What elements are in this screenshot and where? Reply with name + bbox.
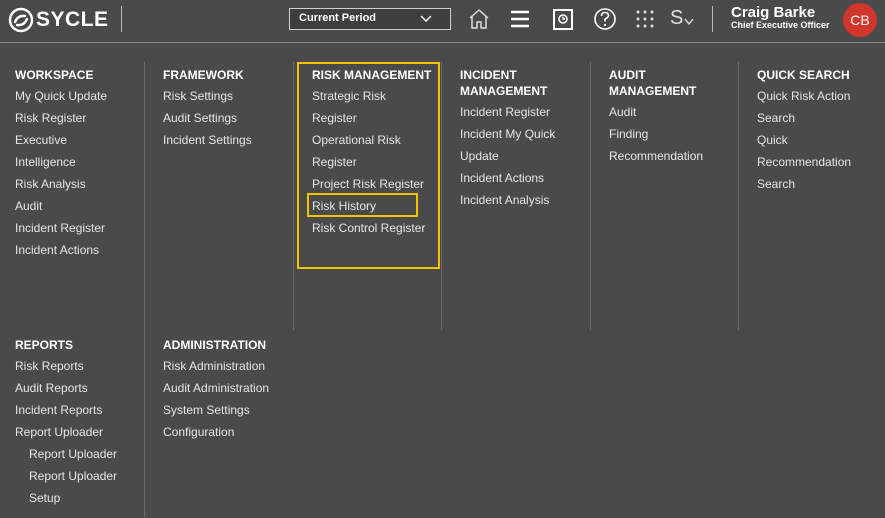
clipboard-icon[interactable]: [550, 6, 576, 32]
column-divider: [590, 62, 591, 330]
menu-item-risk-history[interactable]: Risk History: [312, 195, 431, 217]
menu-item-risk-reports[interactable]: Risk Reports: [15, 355, 117, 377]
framework-column: FRAMEWORK Risk Settings Audit Settings I…: [163, 67, 252, 151]
menu-item-quick-recommendation-search[interactable]: Search: [757, 173, 851, 195]
menu-item-audit[interactable]: Audit: [15, 195, 107, 217]
user-role: Chief Executive Officer: [731, 20, 830, 30]
framework-title: FRAMEWORK: [163, 68, 244, 82]
menu-item-incident-my-quick-update[interactable]: Update: [460, 145, 555, 167]
audit-management-title-line2: MANAGEMENT: [609, 84, 697, 98]
menu-item-strategic-risk[interactable]: Strategic Risk: [312, 85, 431, 107]
reports-column: REPORTS Risk Reports Audit Reports Incid…: [15, 337, 117, 509]
menu-item-configuration[interactable]: Configuration: [163, 421, 269, 443]
menu-subitem-report-uploader[interactable]: Report Uploader: [15, 443, 117, 465]
menu-item-quick-recommendation[interactable]: Quick: [757, 129, 851, 151]
column-divider: [738, 62, 739, 330]
menu-item-incident-reports[interactable]: Incident Reports: [15, 399, 117, 421]
workspace-column: WORKSPACE My Quick Update Risk Register …: [15, 67, 107, 261]
menu-item-audit-reports[interactable]: Audit Reports: [15, 377, 117, 399]
user-name: Craig Barke: [731, 4, 816, 21]
risk-management-column: RISK MANAGEMENT Strategic Risk Register …: [312, 67, 431, 239]
reports-title: REPORTS: [15, 338, 74, 352]
menu-item-system-settings[interactable]: System Settings: [163, 399, 269, 421]
menu-item-incident-register[interactable]: Incident Register: [15, 217, 107, 239]
menu-item-project-risk-register[interactable]: Project Risk Register: [312, 173, 431, 195]
quick-search-column: QUICK SEARCH Quick Risk Action Search Qu…: [757, 67, 851, 195]
menu-subitem-setup[interactable]: Setup: [15, 487, 117, 509]
apps-grid-icon[interactable]: [632, 6, 658, 32]
menu-item-quick-risk-action[interactable]: Quick Risk Action: [757, 85, 851, 107]
administration-title: ADMINISTRATION: [163, 338, 267, 352]
incident-management-title-line2: MANAGEMENT: [460, 84, 548, 98]
current-period-label: Current Period: [299, 12, 377, 24]
menu-item-incident-actions[interactable]: Incident Actions: [460, 167, 555, 189]
help-icon[interactable]: [592, 6, 618, 32]
quick-search-title: QUICK SEARCH: [757, 68, 850, 82]
incident-management-column: INCIDENT MANAGEMENT Incident Register In…: [460, 67, 555, 211]
menu-item-my-quick-update[interactable]: My Quick Update: [15, 85, 107, 107]
menu-item-recommendation[interactable]: Recommendation: [609, 145, 703, 167]
logo-text: SYCLE: [36, 8, 109, 31]
menu-item-quick-risk-action-search[interactable]: Search: [757, 107, 851, 129]
menu-item-audit[interactable]: Audit: [609, 101, 703, 123]
menu-item-incident-register[interactable]: Incident Register: [460, 101, 555, 123]
column-divider: [441, 62, 442, 330]
chevron-down-icon: [684, 18, 694, 26]
risk-management-title: RISK MANAGEMENT: [312, 68, 432, 82]
avatar[interactable]: CB: [843, 3, 877, 37]
menu-subitem-report-uploader-setup[interactable]: Report Uploader: [15, 465, 117, 487]
menu-item-risk-settings[interactable]: Risk Settings: [163, 85, 252, 107]
top-header: SYCLE Current Period S Craig Barke Chief…: [0, 0, 885, 43]
chevron-down-icon: [420, 15, 432, 22]
header-divider: [712, 6, 713, 32]
column-divider: [144, 62, 145, 517]
menu-item-report-uploader[interactable]: Report Uploader: [15, 421, 117, 443]
menu-item-risk-analysis[interactable]: Risk Analysis: [15, 173, 107, 195]
sycle-logo[interactable]: SYCLE: [8, 7, 109, 33]
audit-management-title-line1: AUDIT: [609, 68, 646, 82]
home-icon[interactable]: [466, 6, 492, 32]
header-divider: [121, 6, 122, 32]
workspace-title: WORKSPACE: [15, 68, 94, 82]
menu-item-audit-settings[interactable]: Audit Settings: [163, 107, 252, 129]
s-menu-button[interactable]: S: [670, 7, 698, 33]
incident-management-title-line1: INCIDENT: [460, 68, 517, 82]
menu-item-incident-settings[interactable]: Incident Settings: [163, 129, 252, 151]
s-menu-label: S: [670, 7, 684, 29]
audit-management-column: AUDIT MANAGEMENT Audit Finding Recommend…: [609, 67, 703, 167]
menu-item-intelligence[interactable]: Intelligence: [15, 151, 107, 173]
menu-item-incident-analysis[interactable]: Incident Analysis: [460, 189, 555, 211]
sycle-logo-icon: [8, 7, 34, 33]
menu-item-risk-administration[interactable]: Risk Administration: [163, 355, 269, 377]
menu-item-risk-control-register[interactable]: Risk Control Register: [312, 217, 431, 239]
column-divider: [293, 62, 294, 330]
administration-column: ADMINISTRATION Risk Administration Audit…: [163, 337, 269, 443]
menu-item-risk-register[interactable]: Risk Register: [15, 107, 107, 129]
menu-item-operational-risk-register[interactable]: Register: [312, 151, 431, 173]
menu-item-operational-risk[interactable]: Operational Risk: [312, 129, 431, 151]
menu-item-executive[interactable]: Executive: [15, 129, 107, 151]
current-period-dropdown[interactable]: Current Period: [289, 8, 451, 30]
menu-item-finding[interactable]: Finding: [609, 123, 703, 145]
menu-item-incident-my-quick[interactable]: Incident My Quick: [460, 123, 555, 145]
hamburger-menu-icon[interactable]: [507, 6, 533, 32]
menu-item-audit-administration[interactable]: Audit Administration: [163, 377, 269, 399]
menu-item-strategic-risk-register[interactable]: Register: [312, 107, 431, 129]
menu-item-quick-recommendation-2[interactable]: Recommendation: [757, 151, 851, 173]
menu-item-incident-actions[interactable]: Incident Actions: [15, 239, 107, 261]
